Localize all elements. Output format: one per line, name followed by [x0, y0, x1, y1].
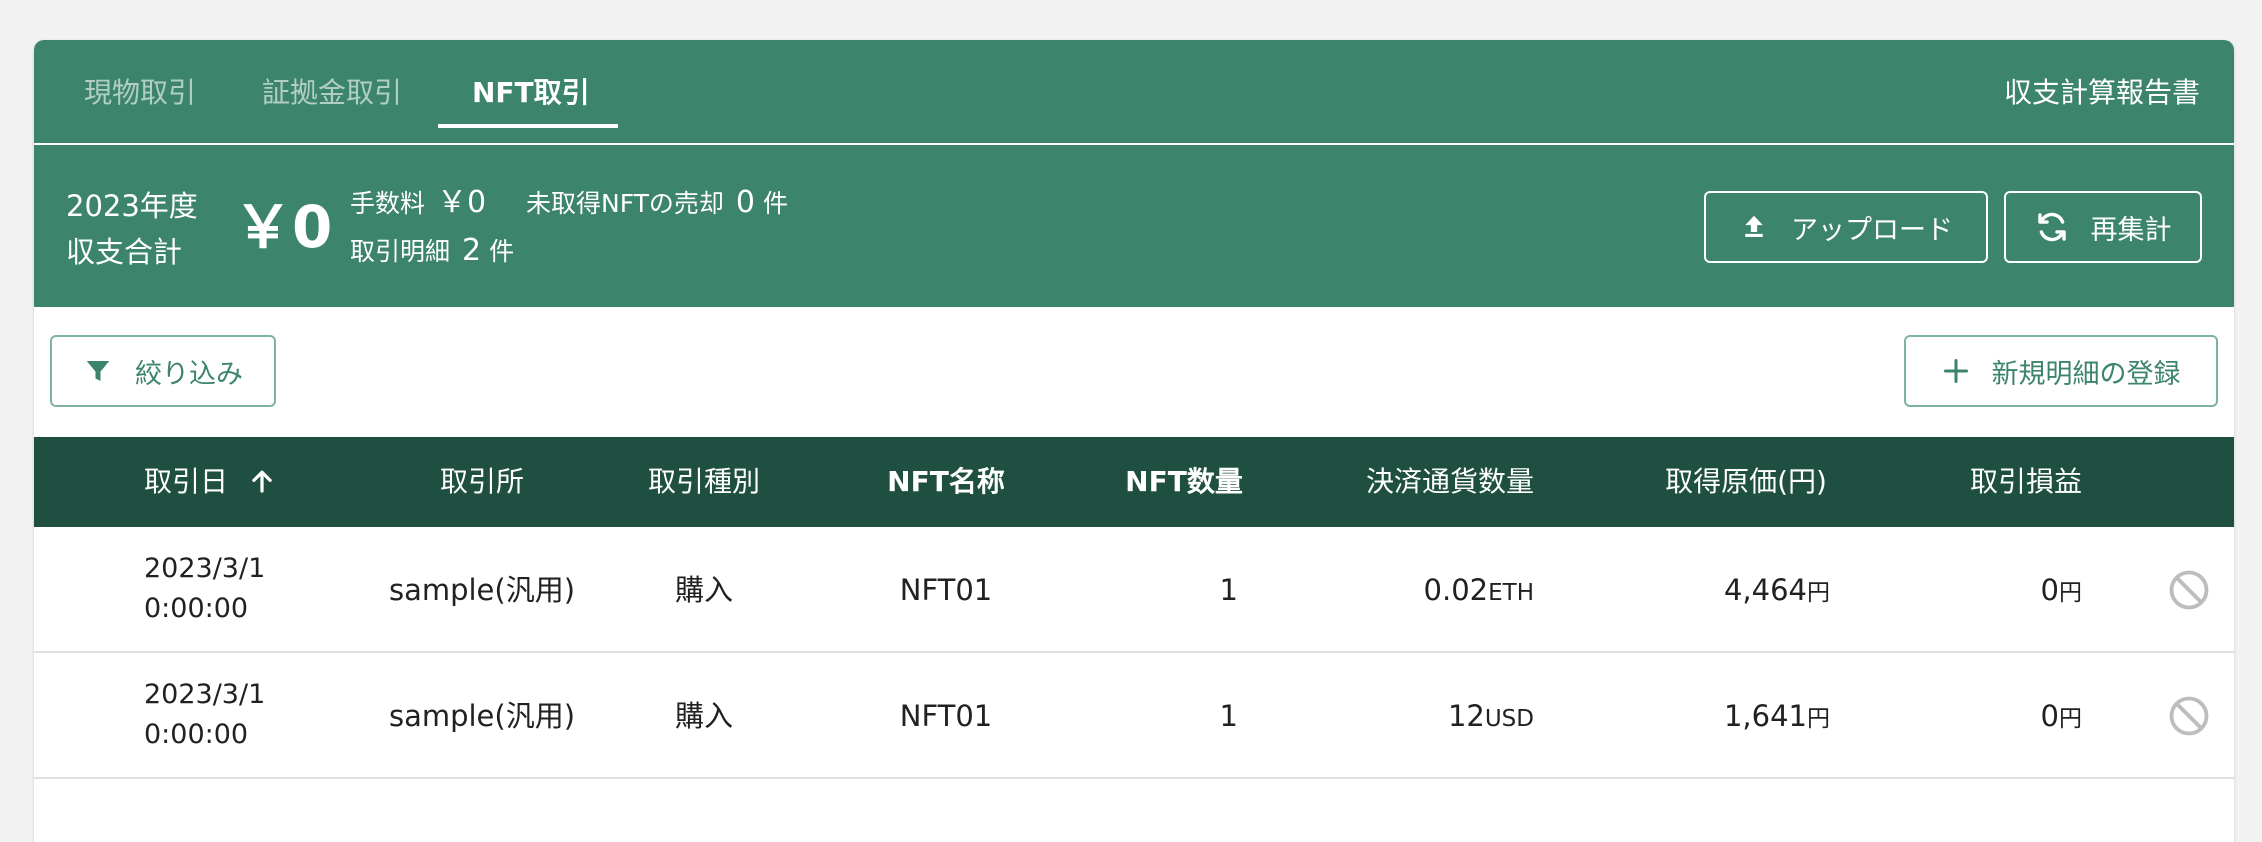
upload-button[interactable]: アップロード	[1704, 191, 1988, 263]
cell-settlement-qty: 12USD	[1334, 653, 1534, 779]
cost-unit: 円	[1807, 706, 1830, 732]
unacquired-label: 未取得NFTの売却	[526, 189, 724, 218]
column-header-settlement-qty[interactable]: 決済通貨数量	[1366, 437, 1534, 527]
unacquired-stat: 未取得NFTの売却 0 件	[526, 183, 788, 224]
details-value: 2	[462, 233, 482, 268]
cell-date-day: 2023/3/1	[144, 553, 266, 584]
unacquired-unit: 件	[762, 189, 788, 218]
cell-cost: 4,464円	[1634, 527, 1830, 653]
new-entry-label: 新規明細の登録	[1991, 358, 2181, 390]
details-label: 取引明細	[350, 237, 451, 266]
details-stat: 取引明細 2 件	[350, 231, 514, 272]
total-amount: ￥0	[234, 193, 333, 261]
tab-spot-trading[interactable]: 現物取引	[84, 40, 196, 145]
cancel-icon[interactable]	[2168, 695, 2210, 737]
tab-bar: 現物取引 証拠金取引 NFT取引 収支計算報告書	[34, 40, 2234, 145]
tab-margin-trading[interactable]: 証拠金取引	[262, 40, 402, 145]
details-unit: 件	[489, 237, 515, 266]
column-header-pnl[interactable]: 取引損益	[1970, 437, 2082, 527]
fee-stat: 手数料 ￥0	[350, 183, 486, 224]
cell-pnl: 0円	[1934, 653, 2082, 779]
pnl-value: 0	[2040, 699, 2059, 733]
cost-value: 1,641	[1723, 699, 1807, 733]
cell-date-time: 0:00:00	[144, 719, 249, 750]
summary-bar: 2023年度 収支合計 ￥0 手数料 ￥0 未取得NFTの売却 0 件 取引明細 2 …	[34, 147, 2234, 307]
recalculate-button[interactable]: 再集計	[2004, 191, 2202, 263]
fee-value: ￥0	[437, 185, 487, 220]
cell-pnl: 0円	[1934, 527, 2082, 653]
column-header-date-label: 取引日	[144, 465, 229, 498]
filter-label: 絞り込み	[135, 358, 243, 390]
settlement-value: 12	[1447, 699, 1485, 733]
cell-type: 購入	[674, 573, 734, 607]
table-toolbar: 絞り込み 新規明細の登録	[34, 307, 2234, 437]
settlement-value: 0.02	[1423, 573, 1489, 607]
upload-icon	[1745, 215, 1763, 237]
table-header: 取引日 取引所 取引種別 NFT名称 NFT数量 決済通貨数量 取得原価(円) …	[34, 437, 2234, 527]
settlement-unit: ETH	[1488, 580, 1534, 606]
filter-button[interactable]: 絞り込み	[50, 335, 276, 407]
column-header-cost[interactable]: 取得原価(円)	[1665, 437, 1827, 527]
arrow-up-icon	[252, 470, 272, 493]
income-report-link[interactable]: 収支計算報告書	[2004, 40, 2200, 145]
upload-label: アップロード	[1791, 214, 1953, 246]
pnl-value: 0	[2040, 573, 2059, 607]
pnl-unit: 円	[2059, 706, 2082, 732]
cell-settlement-qty: 0.02ETH	[1334, 527, 1534, 653]
unacquired-value: 0	[735, 185, 756, 220]
cell-date-day: 2023/3/1	[144, 679, 266, 710]
column-header-nft-qty[interactable]: NFT数量	[1125, 437, 1243, 527]
cell-date: 2023/3/1 0:00:00	[144, 675, 265, 755]
settlement-unit: USD	[1484, 706, 1534, 732]
cost-value: 4,464	[1723, 573, 1807, 607]
total-label: 収支合計	[66, 235, 183, 269]
column-header-nft-name[interactable]: NFT名称	[887, 437, 1005, 527]
refresh-icon	[2037, 212, 2066, 242]
cell-date: 2023/3/1 0:00:00	[144, 549, 265, 629]
cell-nft-qty: 1	[1219, 573, 1238, 607]
tab-nft-trading[interactable]: NFT取引	[472, 40, 590, 145]
fiscal-year: 2023年度	[66, 189, 198, 223]
column-header-date[interactable]: 取引日	[144, 437, 277, 527]
filter-icon	[86, 361, 110, 381]
header-panel: 現物取引 証拠金取引 NFT取引 収支計算報告書 2023年度 収支合計 ￥0 …	[34, 40, 2234, 307]
pnl-unit: 円	[2059, 580, 2082, 606]
new-entry-button[interactable]: 新規明細の登録	[1904, 335, 2218, 407]
cell-date-time: 0:00:00	[144, 593, 249, 624]
cell-cost: 1,641円	[1634, 653, 1830, 779]
plus-icon	[1943, 358, 1968, 384]
cell-nft-name: NFT01	[899, 573, 993, 607]
cell-exchange: sample(汎用)	[388, 573, 576, 607]
fee-label: 手数料	[350, 189, 426, 218]
table-row[interactable]: 2023/3/1 0:00:00 sample(汎用) 購入 NFT01 1 1…	[34, 653, 2234, 779]
transactions-card: 現物取引 証拠金取引 NFT取引 収支計算報告書 2023年度 収支合計 ￥0 …	[34, 40, 2234, 842]
cell-type: 購入	[674, 699, 734, 733]
cost-unit: 円	[1807, 580, 1830, 606]
cell-exchange: sample(汎用)	[388, 699, 576, 733]
column-header-type[interactable]: 取引種別	[648, 437, 760, 527]
column-header-exchange[interactable]: 取引所	[440, 437, 524, 527]
recalculate-label: 再集計	[2090, 214, 2172, 246]
fiscal-year-label: 2023年度 収支合計	[66, 183, 198, 275]
table-row[interactable]: 2023/3/1 0:00:00 sample(汎用) 購入 NFT01 1 0…	[34, 527, 2234, 653]
active-tab-indicator	[438, 124, 618, 128]
cancel-icon[interactable]	[2168, 569, 2210, 611]
cell-nft-name: NFT01	[899, 699, 993, 733]
cell-nft-qty: 1	[1219, 699, 1238, 733]
